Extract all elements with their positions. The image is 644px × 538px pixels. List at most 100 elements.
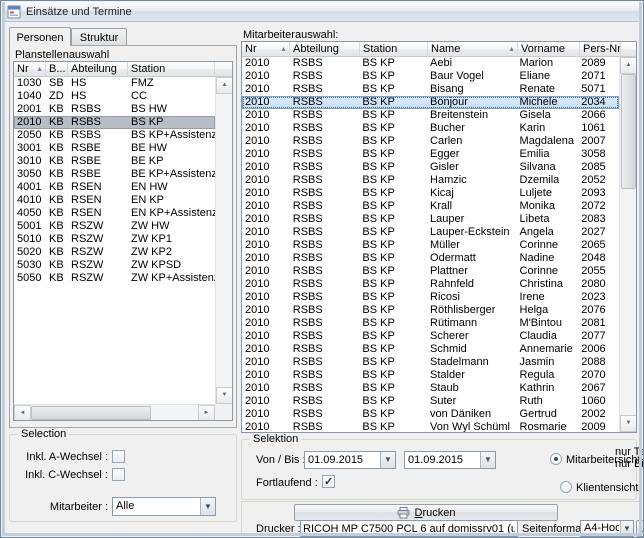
table-row[interactable]: 2010RSBSBS KPEggerEmilia3058 [242,148,619,161]
inkl-a-wechsel-checkbox[interactable] [112,450,125,463]
table-row[interactable]: 5020KBRSZWZW KP2 [14,246,215,259]
table-row[interactable]: 2010RSBSBS KPStalderRegula2070 [242,369,619,382]
table-row[interactable]: 5050KBRSZWZW KP+Assistenz [14,272,215,285]
table-row[interactable]: 2010RSBSBS KPBaur VogelEliane2071 [242,70,619,83]
date-from-combo[interactable]: 01.09.2015 ▼ [304,451,396,469]
table-row[interactable]: 4050KBRSENEN KP+Assistenz [14,207,215,220]
scroll-down-icon[interactable]: ▼ [216,387,233,404]
scroll-up-icon[interactable]: ▲ [620,57,637,74]
column-header-b[interactable]: B... [46,62,68,77]
table-cell: 3058 [578,148,619,161]
vertical-scroll-thumb[interactable] [621,74,636,189]
table-row[interactable]: 2010RSBSBS KPBucherKarin1061 [242,122,619,135]
more-options-button[interactable]: ... [636,520,644,537]
table-cell: 5071 [578,83,619,96]
table-cell: 2067 [578,382,619,395]
table-row[interactable]: 2010RSBSBS KPKicajLuljete2093 [242,187,619,200]
column-header-nr[interactable]: Nr▲ [14,62,46,77]
table-cell: Michèle [517,96,579,109]
table-cell: 2089 [578,57,619,70]
column-header-nr[interactable]: Nr▲ [242,42,290,57]
table-row[interactable]: 2010RSBSBS KPvon DänikenGertrud2002 [242,408,619,421]
table-row[interactable]: 2010RSBSBS KPRütimannM'Bintou2081 [242,317,619,330]
table-cell: ZW KP1 [128,233,215,246]
drucken-button-label: Drucken [415,507,456,519]
inkl-c-wechsel-checkbox[interactable] [112,468,125,481]
table-row[interactable]: 2001KBRSBSBS HW [14,103,215,116]
scroll-left-icon[interactable]: ◄ [14,405,31,421]
fortlaufend-checkbox[interactable] [322,475,335,488]
table-row[interactable]: 1040ZDHSCC [14,90,215,103]
planstellen-vertical-scrollbar[interactable]: ▲ ▼ [215,77,232,404]
column-header-abteilung[interactable]: Abteilung [68,62,128,77]
table-row[interactable]: 2010RSBSBS KPSuterRuth1060 [242,395,619,408]
table-row[interactable]: 2010RSBSBS KPLauperLibeta2083 [242,213,619,226]
scroll-down-icon[interactable]: ▼ [620,415,637,432]
column-header-station[interactable]: Station [360,42,428,57]
table-row[interactable]: 2010RSBSBS KPRicosiIrene2023 [242,291,619,304]
table-row[interactable]: 4010KBRSENEN KP [14,194,215,207]
table-row[interactable]: 2010RSBSBS KPGislerSilvana2085 [242,161,619,174]
table-cell: RSBS [290,70,360,83]
date-to-combo[interactable]: 01.09.2015 ▼ [404,451,496,469]
table-row[interactable]: 2010RSBSBS KPStaubKathrin2067 [242,382,619,395]
table-row[interactable]: 5001KBRSZWZW HW [14,220,215,233]
column-header-station[interactable]: Station [128,62,215,77]
table-row[interactable]: 2010RSBSBS KPSchmidAnnemarie2006 [242,343,619,356]
table-row[interactable]: 2010RSBSBS KPLauper-EcksteinAngela2027 [242,226,619,239]
table-row[interactable]: 2010KBRSBSBS KP [14,116,215,129]
table-row[interactable]: 5030KBRSZWZW KPSD [14,259,215,272]
table-row[interactable]: 4001KBRSENEN HW [14,181,215,194]
chevron-down-icon[interactable]: ▼ [380,452,395,468]
table-cell: 2010 [242,330,290,343]
table-cell: RSBS [290,343,360,356]
tab-struktur[interactable]: Struktur [71,28,127,45]
horizontal-scroll-thumb[interactable] [31,406,151,420]
titlebar[interactable]: Einsätze und Termine [2,2,642,22]
table-row[interactable]: 2010RSBSBS KPMüllerCorinne2065 [242,239,619,252]
scroll-right-icon[interactable]: ► [198,405,215,421]
table-row[interactable]: 2050KBRSBSBS KP+Assistenz [14,129,215,142]
klientensicht-radio[interactable] [560,481,572,493]
drucker-input[interactable] [300,520,518,537]
table-row[interactable]: 2010RSBSBS KPHamzicDzemila2052 [242,174,619,187]
column-header-abteilung[interactable]: Abteilung [290,42,360,57]
chevron-down-icon[interactable]: ▼ [200,498,215,515]
mitarbeiter-combo[interactable]: Alle ▼ [112,497,216,516]
table-row[interactable]: 2010RSBSBS KPCarlenMagdalena2007 [242,135,619,148]
table-row[interactable]: 1030SBHSFMZ [14,77,215,90]
table-row[interactable]: 2010RSBSBS KPRöthlisbergerHelga2076 [242,304,619,317]
table-row[interactable]: 2010RSBSBS KPAebiMarion2089 [242,57,619,70]
table-row[interactable]: 3050KBRSBEBE KP+Assistenz [14,168,215,181]
chevron-down-icon[interactable]: ▼ [620,521,633,536]
drucken-button[interactable]: Drucken [294,504,558,521]
table-row[interactable]: 2010RSBSBS KPBisangRenate5071 [242,83,619,96]
table-row[interactable]: 2010RSBSBS KPOdermattNadine2048 [242,252,619,265]
tab-personen[interactable]: Personen [9,27,71,46]
table-row[interactable]: 3010KBRSBEBE KP [14,155,215,168]
scroll-up-icon[interactable]: ▲ [216,77,233,94]
column-header-persnr[interactable]: Pers-Nr [580,42,621,57]
table-cell: RSZW [68,220,128,233]
table-cell: KB [46,155,68,168]
table-cell: 2010 [242,57,290,70]
chevron-down-icon[interactable]: ▼ [480,452,495,468]
column-header-vorname[interactable]: Vorname [518,42,580,57]
table-row[interactable]: 5010KBRSZWZW KP1 [14,233,215,246]
planstellen-horizontal-scrollbar[interactable]: ◄ ► [14,404,215,420]
column-header-name[interactable]: Name▲ [428,42,518,57]
table-cell: RSBS [290,174,360,187]
table-row[interactable]: 2010RSBSBS KPVon Wyl SchümlRosmarie2009 [242,421,619,432]
table-row[interactable]: 2010RSBSBS KPPlattnerCorinne2055 [242,265,619,278]
table-row[interactable]: 2010RSBSBS KPSchererClaudia2077 [242,330,619,343]
table-row[interactable]: 3001KBRSBEBE HW [14,142,215,155]
table-row[interactable]: 2010RSBSBS KPRahnfeldChristina2080 [242,278,619,291]
table-row[interactable]: 2010RSBSBS KPBreitensteinGisela2066 [242,109,619,122]
table-row[interactable]: 2010RSBSBS KPKrallMonika2072 [242,200,619,213]
table-row[interactable]: 2010RSBSBS KPBonjourMichèle2034 [242,96,619,109]
mitarbeiter-vertical-scrollbar[interactable]: ▲ ▼ [619,57,636,432]
mitarbeitersicht-radio[interactable] [550,453,562,465]
seitenformat-combo[interactable]: A4-Hoch ▼ [580,520,634,537]
table-cell: 5020 [14,246,46,259]
table-row[interactable]: 2010RSBSBS KPStadelmannJasmin2088 [242,356,619,369]
